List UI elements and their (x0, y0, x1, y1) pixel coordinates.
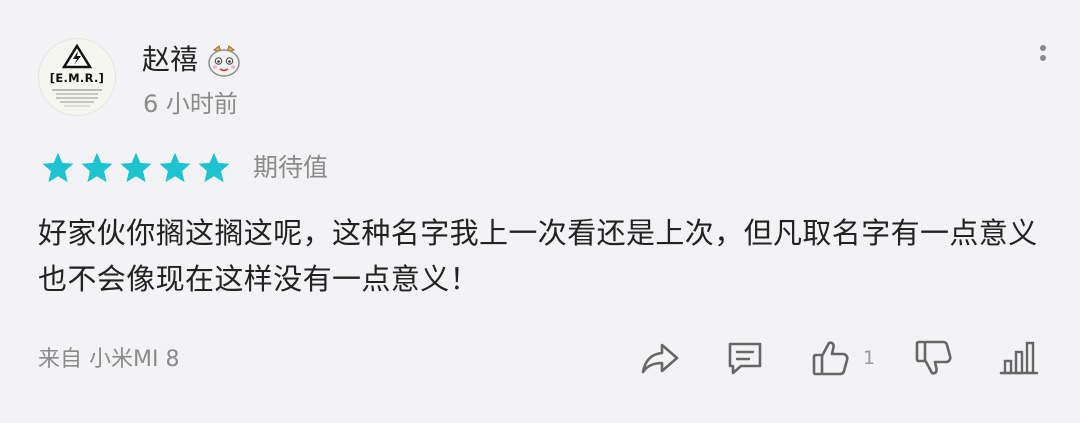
more-options-icon[interactable] (1030, 42, 1056, 72)
username[interactable]: 赵禧 (142, 40, 198, 80)
comment-button[interactable] (723, 336, 767, 380)
rating-label: 期待值 (253, 153, 329, 182)
like-button[interactable]: 1 (809, 336, 875, 380)
review-card: [E.M.R.] 赵禧 6 小时前 期待值 好家伙你搁这搁这呢，这种名字我上一次… (0, 0, 1080, 423)
star-rating (40, 150, 232, 186)
avatar[interactable]: [E.M.R.] (38, 38, 116, 116)
device-label: 来自 小米MI 8 (38, 347, 180, 372)
star-icon (42, 152, 74, 183)
star-icon (198, 152, 230, 183)
share-button[interactable] (638, 336, 682, 380)
medal-icon (208, 45, 240, 77)
star-icon (159, 152, 191, 183)
comment-icon (728, 342, 762, 375)
star-icon (81, 152, 113, 183)
thumbs-down-icon (915, 340, 952, 375)
avatar-logo-text: [E.M.R.] (49, 71, 105, 85)
review-text: 好家伙你搁这搁这呢，这种名字我上一次看还是上次，但凡取名字有一点意义也不会像现在… (38, 216, 1038, 296)
like-count: 1 (863, 347, 876, 369)
stats-icon (999, 341, 1039, 375)
dislike-button[interactable] (912, 336, 956, 380)
thumbs-up-icon (812, 341, 849, 376)
stats-button[interactable] (997, 336, 1041, 380)
star-icon (120, 152, 152, 183)
post-time: 6 小时前 (143, 90, 238, 118)
share-icon (641, 343, 679, 374)
